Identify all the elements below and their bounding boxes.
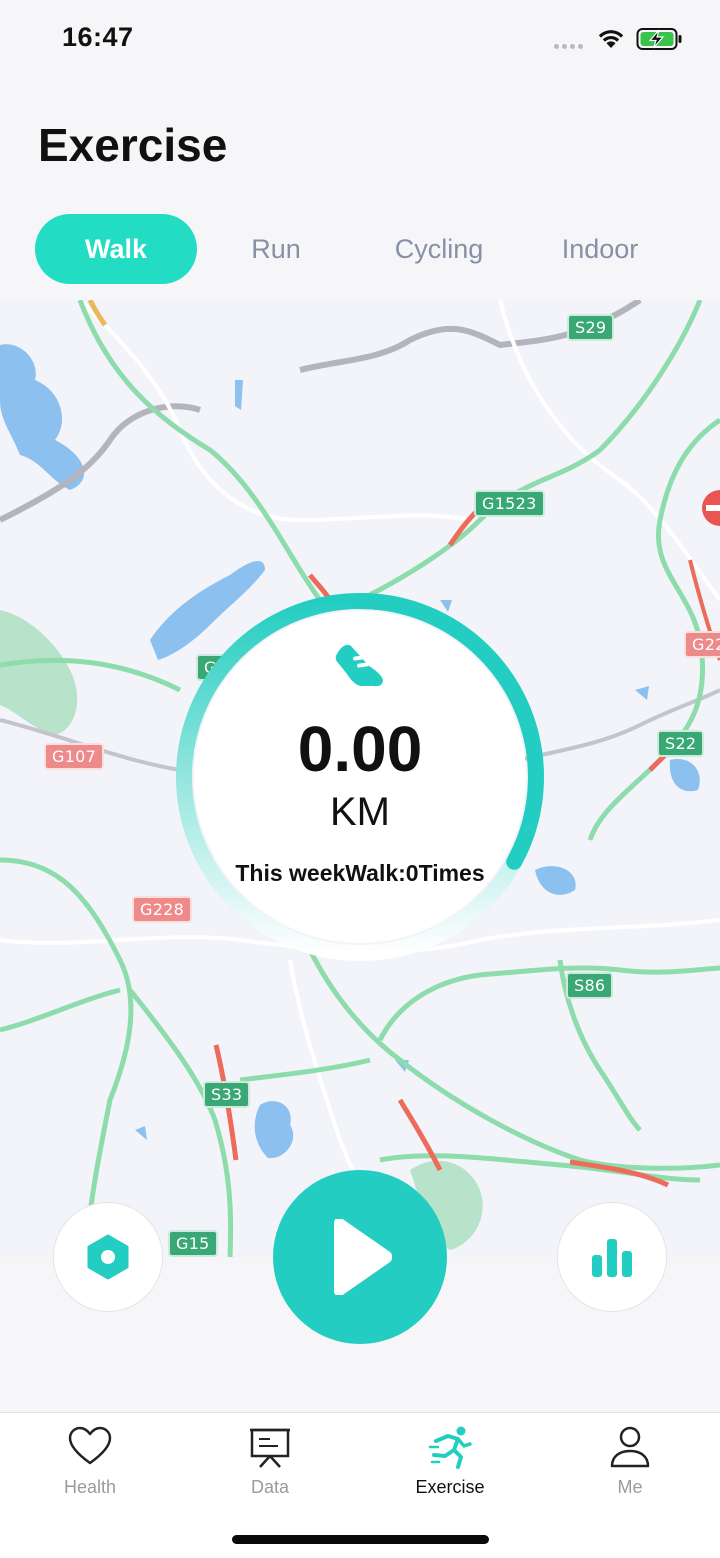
road-label: S22 [657, 730, 705, 757]
tab-walk[interactable]: Walk [35, 214, 197, 284]
battery-charging-icon [636, 28, 682, 50]
road-label: S29 [567, 314, 615, 341]
bar-chart-icon [592, 1239, 632, 1277]
distance-unit: KM [330, 790, 390, 834]
board-icon [250, 1428, 290, 1468]
road-label: G107 [44, 743, 105, 770]
nav-label: Me [617, 1477, 643, 1497]
shoe-icon [335, 644, 383, 687]
nav-label: Exercise [415, 1477, 485, 1497]
road-label: G1523 [474, 490, 545, 517]
wifi-icon [598, 30, 624, 48]
distance-value: 0.00 [297, 713, 423, 785]
hexagon-icon [87, 1234, 129, 1280]
play-icon [334, 1219, 392, 1295]
nav-health[interactable]: Health [0, 1413, 180, 1513]
nav-exercise[interactable]: Exercise [360, 1413, 540, 1513]
start-button[interactable] [273, 1170, 447, 1344]
settings-button[interactable] [53, 1202, 163, 1312]
week-summary: This weekWalk:0Times [235, 860, 485, 886]
cellular-signal-icon [554, 44, 583, 49]
nav-me[interactable]: Me [540, 1413, 720, 1513]
runner-icon [428, 1426, 472, 1469]
heart-icon [68, 1426, 112, 1465]
status-time: 16:47 [62, 22, 134, 52]
stats-button[interactable] [557, 1202, 667, 1312]
person-icon [610, 1426, 650, 1468]
home-indicator [232, 1535, 489, 1544]
nav-label: Data [250, 1477, 290, 1497]
road-label: G22 [684, 631, 720, 658]
road-label: G15 [168, 1230, 218, 1257]
page-title: Exercise [38, 119, 228, 171]
nav-data[interactable]: Data [180, 1413, 360, 1513]
tab-indoor[interactable]: Indoor [519, 214, 681, 284]
road-label: S33 [203, 1081, 251, 1108]
tab-cycling[interactable]: Cycling [358, 214, 520, 284]
road-label: S86 [566, 972, 614, 999]
exercise-type-tabs: Walk Run Cycling Indoor [35, 214, 685, 284]
status-bar: 16:47 [0, 0, 720, 80]
tab-run[interactable]: Run [195, 214, 357, 284]
nav-label: Health [63, 1477, 117, 1497]
